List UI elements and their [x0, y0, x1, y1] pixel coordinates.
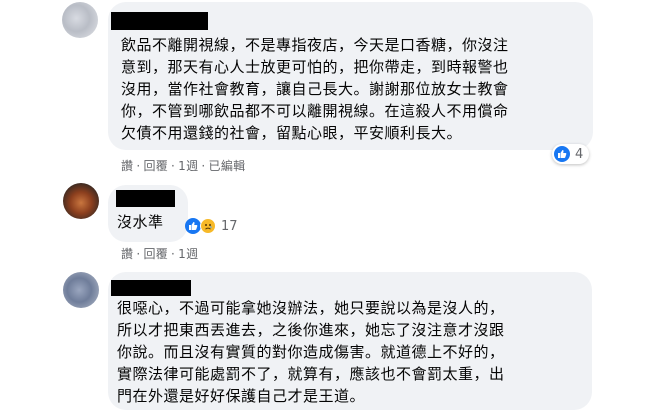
reaction-summary[interactable]: 4	[552, 144, 590, 164]
sad-icon	[200, 218, 216, 234]
reaction-count: 17	[221, 218, 238, 234]
comment-text: 飲品不離開視線，不是專指夜店，今天是口香糖，你沒注 意到，那天有心人士放更可怕的…	[121, 36, 509, 142]
like-icon	[185, 218, 201, 234]
timestamp-link[interactable]: 1週	[178, 247, 198, 261]
edited-label[interactable]: 已編輯	[209, 159, 246, 173]
comment-text: 很噁心，不過可能拿她沒辦法，她只要說以為是沒人的， 所以才把東西丟進去，之後你進…	[117, 299, 505, 405]
commenter-avatar[interactable]	[62, 2, 98, 38]
like-icon	[554, 146, 570, 162]
commenter-name-redacted[interactable]	[116, 190, 175, 207]
commenter-name-redacted[interactable]	[111, 280, 191, 296]
like-link[interactable]: 讚	[121, 247, 133, 261]
commenter-avatar[interactable]	[63, 183, 99, 219]
comment-actions: 讚 · 回覆 · 1週 · 已編輯	[121, 159, 246, 173]
reply-link[interactable]: 回覆	[143, 159, 168, 173]
comment-text: 沒水準	[117, 213, 164, 231]
timestamp-link[interactable]: 1週	[178, 159, 198, 173]
reply-link[interactable]: 回覆	[143, 247, 168, 261]
reaction-count: 4	[575, 146, 584, 162]
comment-actions: 讚 · 回覆 · 1週	[121, 247, 199, 261]
reaction-summary[interactable]: 17	[183, 216, 244, 236]
like-link[interactable]: 讚	[121, 159, 133, 173]
commenter-avatar[interactable]	[63, 272, 99, 308]
commenter-name-redacted[interactable]	[111, 12, 208, 30]
